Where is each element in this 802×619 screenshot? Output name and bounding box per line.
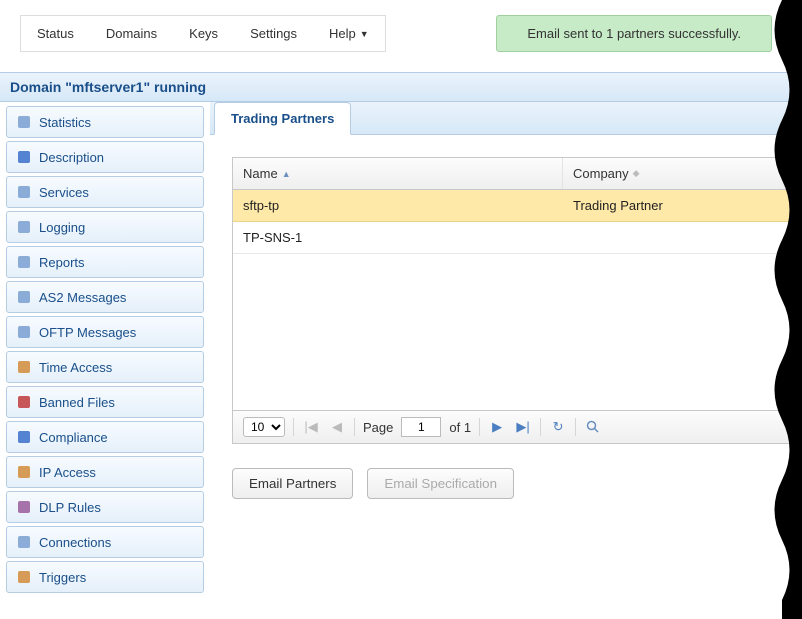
statistics-icon xyxy=(16,114,32,130)
cell-name: TP-SNS-1 xyxy=(233,222,563,253)
decorative-torn-edge xyxy=(762,0,802,619)
sidebar-item-label: Triggers xyxy=(39,570,86,585)
sidebar-item-label: DLP Rules xyxy=(39,500,101,515)
sidebar-item-compliance[interactable]: Compliance xyxy=(6,421,204,453)
email-partners-button[interactable]: Email Partners xyxy=(232,468,353,499)
reports-icon xyxy=(16,254,32,270)
sidebar-item-label: Logging xyxy=(39,220,85,235)
sidebar-item-logging[interactable]: Logging xyxy=(6,211,204,243)
top-menu-help[interactable]: Help▼ xyxy=(313,16,385,51)
as2-icon xyxy=(16,289,32,305)
refresh-icon[interactable]: ↻ xyxy=(549,418,567,436)
separator xyxy=(575,418,576,436)
grid-header: Name ▲ Company ◆ xyxy=(233,158,793,190)
sidebar-item-label: Time Access xyxy=(39,360,112,375)
prev-page-icon[interactable]: ◀ xyxy=(328,418,346,436)
column-header-label: Company xyxy=(573,166,629,181)
page-label: Page xyxy=(363,420,393,435)
sidebar-item-label: Services xyxy=(39,185,89,200)
sidebar-item-reports[interactable]: Reports xyxy=(6,246,204,278)
table-row[interactable]: sftp-tpTrading Partner xyxy=(233,190,793,222)
current-page-input[interactable] xyxy=(401,417,441,437)
sidebar-item-banned-files[interactable]: Banned Files xyxy=(6,386,204,418)
sidebar: Statistics Description Services Logging Repo… xyxy=(0,102,210,600)
grid-body: sftp-tpTrading PartnerTP-SNS-1 xyxy=(233,190,793,410)
separator xyxy=(479,418,480,436)
top-menu: StatusDomainsKeysSettingsHelp▼ xyxy=(20,15,386,52)
sidebar-item-label: AS2 Messages xyxy=(39,290,126,305)
triggers-icon xyxy=(16,569,32,585)
sidebar-item-description[interactable]: Description xyxy=(6,141,204,173)
oftp-icon xyxy=(16,324,32,340)
notification-banner: Email sent to 1 partners successfully. xyxy=(496,15,772,52)
time-access-icon xyxy=(16,359,32,375)
sidebar-item-label: Compliance xyxy=(39,430,108,445)
sidebar-item-oftp-messages[interactable]: OFTP Messages xyxy=(6,316,204,348)
tab-trading-partners[interactable]: Trading Partners xyxy=(214,102,351,135)
description-icon xyxy=(16,149,32,165)
top-menu-status[interactable]: Status xyxy=(21,16,90,51)
page-total-label: of 1 xyxy=(449,420,471,435)
compliance-icon xyxy=(16,429,32,445)
sidebar-item-label: OFTP Messages xyxy=(39,325,136,340)
sidebar-item-time-access[interactable]: Time Access xyxy=(6,351,204,383)
logging-icon xyxy=(16,219,32,235)
column-header-label: Name xyxy=(243,166,278,181)
connections-icon xyxy=(16,534,32,550)
sidebar-item-statistics[interactable]: Statistics xyxy=(6,106,204,138)
sidebar-item-as2-messages[interactable]: AS2 Messages xyxy=(6,281,204,313)
sidebar-item-ip-access[interactable]: IP Access xyxy=(6,456,204,488)
sidebar-item-connections[interactable]: Connections xyxy=(6,526,204,558)
email-specification-button[interactable]: Email Specification xyxy=(367,468,514,499)
page-title: Domain "mftserver1" running xyxy=(0,72,802,102)
search-icon[interactable] xyxy=(584,418,602,436)
top-menu-keys[interactable]: Keys xyxy=(173,16,234,51)
sidebar-item-label: Banned Files xyxy=(39,395,115,410)
sidebar-item-services[interactable]: Services xyxy=(6,176,204,208)
trading-partners-grid: Name ▲ Company ◆ sftp-tpTrading PartnerT… xyxy=(232,157,794,444)
cell-name: sftp-tp xyxy=(233,190,563,221)
separator xyxy=(540,418,541,436)
cell-company xyxy=(563,222,793,253)
dlp-rules-icon xyxy=(16,499,32,515)
sidebar-item-label: Statistics xyxy=(39,115,91,130)
last-page-icon[interactable]: ▶| xyxy=(514,418,532,436)
cell-company: Trading Partner xyxy=(563,190,793,221)
sidebar-item-label: Connections xyxy=(39,535,111,550)
caret-down-icon: ▼ xyxy=(360,29,369,39)
next-page-icon[interactable]: ▶ xyxy=(488,418,506,436)
separator xyxy=(293,418,294,436)
separator xyxy=(354,418,355,436)
sidebar-item-label: IP Access xyxy=(39,465,96,480)
services-icon xyxy=(16,184,32,200)
banned-files-icon xyxy=(16,394,32,410)
sort-asc-icon: ▲ xyxy=(282,169,291,179)
sidebar-item-label: Reports xyxy=(39,255,85,270)
sidebar-item-label: Description xyxy=(39,150,104,165)
tab-bar: Trading Partners xyxy=(210,102,802,135)
sidebar-item-triggers[interactable]: Triggers xyxy=(6,561,204,593)
column-header-company[interactable]: Company ◆ xyxy=(563,158,793,189)
ip-access-icon xyxy=(16,464,32,480)
top-menu-domains[interactable]: Domains xyxy=(90,16,173,51)
top-menu-settings[interactable]: Settings xyxy=(234,16,313,51)
column-header-name[interactable]: Name ▲ xyxy=(233,158,563,189)
sidebar-item-dlp-rules[interactable]: DLP Rules xyxy=(6,491,204,523)
table-row[interactable]: TP-SNS-1 xyxy=(233,222,793,254)
page-size-select[interactable]: 10 xyxy=(243,417,285,437)
first-page-icon[interactable]: |◀ xyxy=(302,418,320,436)
sort-icon: ◆ xyxy=(633,168,640,179)
grid-pager: 10 |◀ ◀ Page of 1 ▶ ▶| ↻ xyxy=(233,410,793,443)
